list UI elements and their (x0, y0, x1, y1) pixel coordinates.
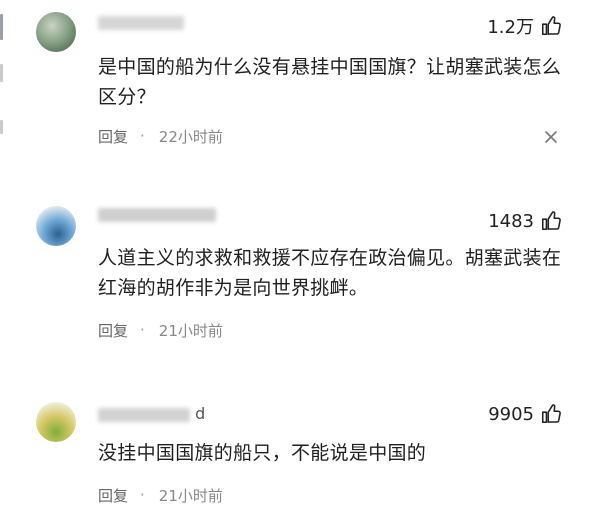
username[interactable] (98, 206, 216, 222)
like-count: 1483 (488, 210, 534, 232)
comment-meta: 回复 · 21小时前 (98, 484, 223, 506)
comment-time: 21小时前 (158, 486, 223, 505)
thumbs-up-icon[interactable] (540, 403, 562, 425)
comment-time: 21小时前 (158, 321, 223, 340)
comment-meta: 回复 · 22小时前 (98, 125, 223, 147)
comment-item: 1483 人道主义的求救和救援不应存在政治偏见。胡塞武装在红海的胡作非为是向世界… (0, 196, 600, 361)
avatar[interactable] (36, 12, 76, 52)
comment-list: 1.2万 是中国的船为什么没有悬挂中国国旗？让胡塞武装怎么区分？ 回复 · 22… (0, 0, 600, 528)
username[interactable] (98, 14, 184, 30)
thumbs-up-icon[interactable] (540, 210, 562, 232)
like-count: 1.2万 (487, 17, 534, 38)
like-control[interactable]: 1.2万 (487, 14, 562, 38)
like-control[interactable]: 1483 (488, 209, 562, 233)
blurred-username (98, 407, 190, 422)
reply-button[interactable]: 回复 (98, 126, 128, 147)
comment-time: 22小时前 (158, 127, 223, 146)
like-count: 9905 (488, 403, 534, 425)
reply-button[interactable]: 回复 (98, 320, 128, 341)
username[interactable]: d (98, 406, 205, 422)
username-visible: d (195, 404, 206, 423)
like-control[interactable]: 9905 (488, 402, 562, 426)
meta-separator: · (140, 486, 145, 504)
meta-separator: · (140, 127, 145, 145)
comment-item: d 9905 没挂中国国旗的船只，不能说是中国的 回复 · 21小时前 (0, 392, 600, 528)
reply-button[interactable]: 回复 (98, 485, 128, 506)
close-icon[interactable] (544, 130, 558, 144)
meta-separator: · (140, 321, 145, 339)
comment-meta: 回复 · 21小时前 (98, 319, 223, 341)
avatar[interactable] (36, 402, 76, 442)
comment-text: 人道主义的求救和救援不应存在政治偏见。胡塞武装在红海的胡作非为是向世界挑衅。 (98, 247, 562, 299)
avatar[interactable] (36, 206, 76, 246)
blurred-username (98, 15, 184, 30)
thumbs-up-icon[interactable] (540, 15, 562, 37)
blurred-username (98, 207, 216, 222)
comment-text: 没挂中国国旗的船只，不能说是中国的 (98, 442, 427, 464)
comment-text: 是中国的船为什么没有悬挂中国国旗？让胡塞武装怎么区分？ (98, 56, 562, 108)
comment-item: 1.2万 是中国的船为什么没有悬挂中国国旗？让胡塞武装怎么区分？ 回复 · 22… (0, 0, 600, 175)
